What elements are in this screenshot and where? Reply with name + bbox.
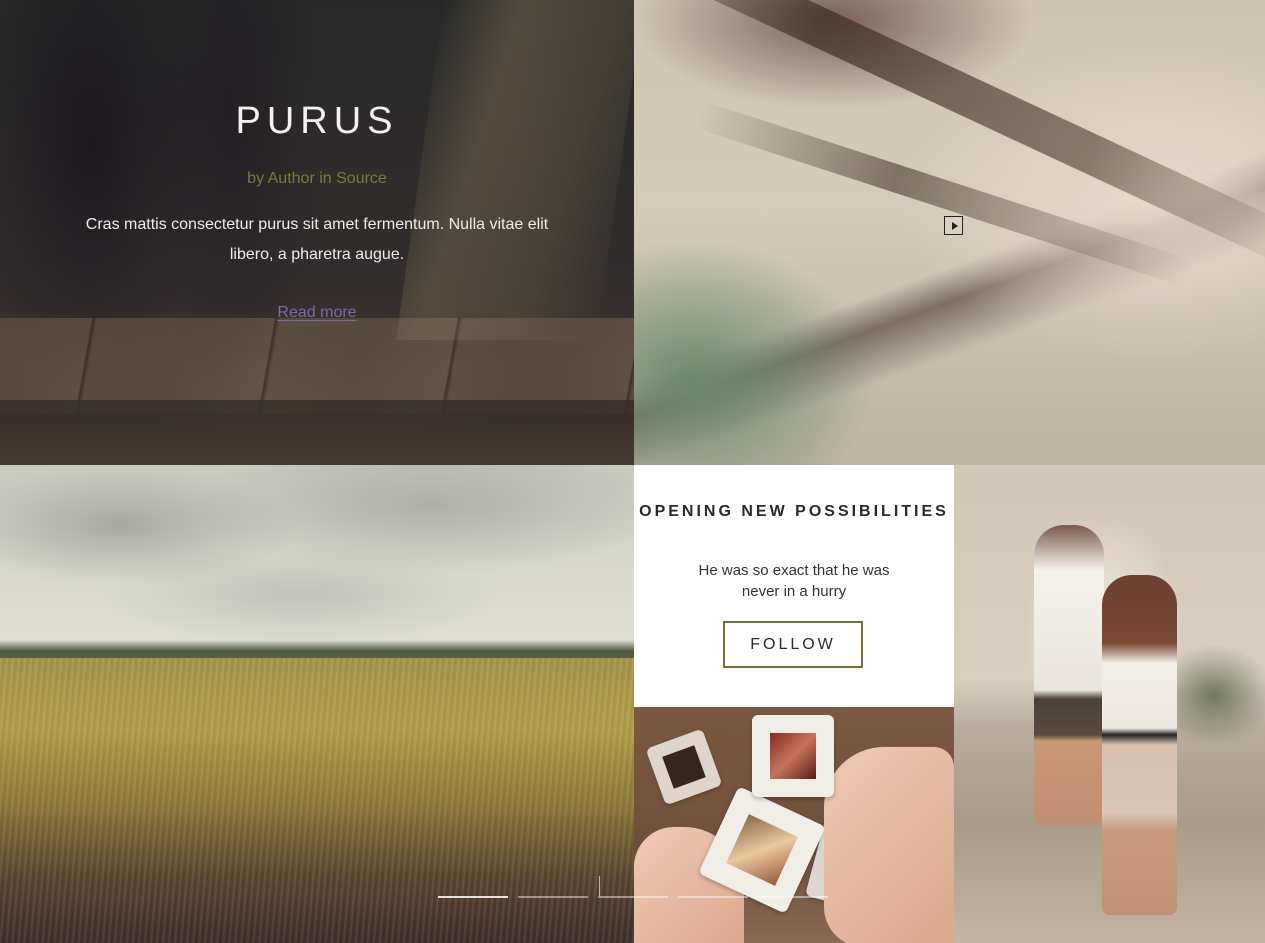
man-figure-image bbox=[1034, 525, 1104, 825]
hair-strand-image bbox=[692, 100, 1196, 288]
promo-title: OPENING NEW POSSIBILITIES bbox=[639, 503, 949, 520]
wheat-image bbox=[0, 658, 634, 943]
hero-byline: by Author in Source bbox=[247, 170, 387, 187]
follow-button[interactable]: FOLLOW bbox=[723, 621, 863, 668]
slider-marker bbox=[599, 876, 600, 896]
video-tile[interactable] bbox=[634, 0, 1265, 465]
hand-image bbox=[824, 747, 954, 943]
hero-description: Cras mattis consectetur purus sit amet f… bbox=[85, 216, 549, 263]
wheat-field-tile bbox=[0, 465, 634, 943]
ground-image bbox=[0, 400, 634, 465]
slider-indicator[interactable] bbox=[438, 896, 508, 898]
promo-tile: OPENING NEW POSSIBILITIES He was so exac… bbox=[634, 465, 954, 707]
read-more-wrapper: Read more bbox=[0, 304, 634, 322]
hero-tile: PURUS by Author in Source Cras mattis co… bbox=[0, 0, 634, 465]
slider-indicator[interactable] bbox=[678, 896, 748, 898]
boardwalk-image bbox=[0, 318, 634, 413]
read-more-link[interactable]: Read more bbox=[277, 304, 356, 321]
sky-image bbox=[0, 465, 634, 655]
hero-title: PURUS bbox=[235, 100, 399, 142]
play-button[interactable] bbox=[944, 216, 963, 235]
woman-figure-image bbox=[1102, 575, 1177, 915]
play-icon bbox=[951, 221, 958, 230]
slider-indicator[interactable] bbox=[758, 896, 828, 898]
photo-slide bbox=[645, 728, 723, 806]
couple-beach-tile bbox=[954, 465, 1265, 943]
promo-text: He was so exact that he was never in a h… bbox=[698, 562, 890, 600]
slider-indicator[interactable] bbox=[518, 896, 588, 898]
photo-slide bbox=[752, 715, 834, 797]
slider-indicator[interactable] bbox=[598, 896, 668, 898]
slider-indicators bbox=[438, 896, 828, 898]
photo-slides-tile bbox=[634, 707, 954, 943]
